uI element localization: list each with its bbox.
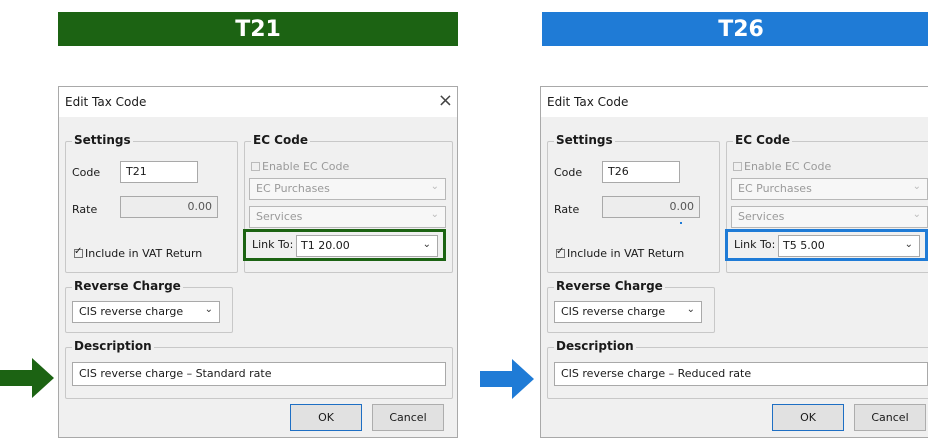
link-to-highlight: Link To: T5 5.00 ⌄ <box>725 229 928 261</box>
settings-group: Settings Code T21 Rate 0.00 Include in V… <box>65 133 238 273</box>
banner-t26: T26 <box>542 12 928 46</box>
chevron-down-icon: ⌄ <box>422 239 431 250</box>
dialog-title: Edit Tax Code <box>547 95 629 109</box>
link-to-label: Link To: <box>734 238 776 251</box>
reverse-charge-group-title: Reverse Charge <box>554 279 665 293</box>
description-group-title: Description <box>554 339 636 353</box>
services-select: Services ⌄ <box>731 206 928 228</box>
include-vat-label: Include in VAT Return <box>567 247 685 260</box>
reverse-charge-group: Reverse Charge CIS reverse charge ⌄ <box>547 279 715 333</box>
cancel-button[interactable]: Cancel <box>854 404 926 431</box>
link-to-select[interactable]: T1 20.00 ⌄ <box>296 235 438 257</box>
enable-ec-code-label: Enable EC Code <box>262 160 350 173</box>
rate-label: Rate <box>72 203 98 216</box>
chevron-down-icon: ⌄ <box>204 304 213 315</box>
banner-t21: T21 <box>58 12 458 46</box>
reverse-charge-select[interactable]: CIS reverse charge ⌄ <box>554 301 702 323</box>
checkbox-empty-icon <box>251 162 260 171</box>
rate-field: 0.00 <box>120 196 218 218</box>
link-to-value: T5 5.00 <box>783 239 825 252</box>
ec-code-group: EC Code Enable EC Code EC Purchases ⌄ Ser… <box>243 133 453 273</box>
link-to-value: T1 20.00 <box>301 239 350 252</box>
close-icon[interactable]: × <box>438 90 453 111</box>
include-vat-checkbox[interactable]: Include in VAT Return <box>556 246 685 260</box>
arrow-right-icon <box>0 358 54 398</box>
services-select: Services ⌄ <box>249 206 446 228</box>
code-field[interactable]: T26 <box>602 161 680 183</box>
enable-ec-code-label: Enable EC Code <box>744 160 832 173</box>
ec-purchases-select: EC Purchases ⌄ <box>249 178 446 200</box>
focus-dot <box>680 222 682 224</box>
checkbox-checked-icon <box>556 246 565 258</box>
description-field[interactable]: CIS reverse charge – Standard rate <box>72 362 446 386</box>
ec-purchases-select: EC Purchases ⌄ <box>731 178 928 200</box>
reverse-charge-select[interactable]: CIS reverse charge ⌄ <box>72 301 220 323</box>
chevron-down-icon: ⌄ <box>912 181 921 192</box>
ok-button[interactable]: OK <box>290 404 362 431</box>
description-group: Description CIS reverse charge – Standar… <box>65 339 453 399</box>
description-group: Description CIS reverse charge – Reduced… <box>547 339 928 399</box>
link-to-label: Link To: <box>252 238 294 251</box>
chevron-down-icon: ⌄ <box>686 304 695 315</box>
checkbox-checked-icon <box>74 246 83 258</box>
include-vat-checkbox[interactable]: Include in VAT Return <box>74 246 203 260</box>
chevron-down-icon: ⌄ <box>912 209 921 220</box>
settings-group: Settings Code T26 Rate 0.00 Include in V… <box>547 133 720 273</box>
description-group-title: Description <box>72 339 154 353</box>
code-label: Code <box>72 166 101 179</box>
chevron-down-icon: ⌄ <box>430 181 439 192</box>
ec-purchases-value: EC Purchases <box>256 182 330 195</box>
settings-group-title: Settings <box>72 133 133 147</box>
dialog-titlebar: Edit Tax Code × <box>541 87 928 117</box>
reverse-charge-group-title: Reverse Charge <box>72 279 183 293</box>
cancel-button[interactable]: Cancel <box>372 404 444 431</box>
code-field[interactable]: T21 <box>120 161 198 183</box>
checkbox-empty-icon <box>733 162 742 171</box>
enable-ec-code-checkbox: Enable EC Code <box>251 160 349 173</box>
ec-code-group: EC Code Enable EC Code EC Purchases ⌄ Ser… <box>725 133 928 273</box>
code-label: Code <box>554 166 583 179</box>
chevron-down-icon: ⌄ <box>904 239 913 250</box>
edit-tax-code-dialog-t26: Edit Tax Code × Settings Code T26 Rate 0… <box>540 86 928 438</box>
dialog-titlebar: Edit Tax Code × <box>59 87 457 117</box>
arrow-right-icon <box>480 359 534 399</box>
rate-field: 0.00 <box>602 196 700 218</box>
rate-label: Rate <box>554 203 580 216</box>
ec-code-group-title: EC Code <box>733 133 792 147</box>
services-value: Services <box>256 210 303 223</box>
enable-ec-code-checkbox: Enable EC Code <box>733 160 831 173</box>
ec-code-group-title: EC Code <box>251 133 310 147</box>
chevron-down-icon: ⌄ <box>430 209 439 220</box>
reverse-charge-value: CIS reverse charge <box>79 305 184 318</box>
link-to-select[interactable]: T5 5.00 ⌄ <box>778 235 920 257</box>
link-to-highlight: Link To: T1 20.00 ⌄ <box>243 229 446 261</box>
settings-group-title: Settings <box>554 133 615 147</box>
ec-purchases-value: EC Purchases <box>738 182 812 195</box>
reverse-charge-group: Reverse Charge CIS reverse charge ⌄ <box>65 279 233 333</box>
ok-button[interactable]: OK <box>772 404 844 431</box>
description-field[interactable]: CIS reverse charge – Reduced rate <box>554 362 928 386</box>
include-vat-label: Include in VAT Return <box>85 247 203 260</box>
reverse-charge-value: CIS reverse charge <box>561 305 666 318</box>
dialog-title: Edit Tax Code <box>65 95 147 109</box>
edit-tax-code-dialog-t21: Edit Tax Code × Settings Code T21 Rate 0… <box>58 86 458 438</box>
services-value: Services <box>738 210 785 223</box>
